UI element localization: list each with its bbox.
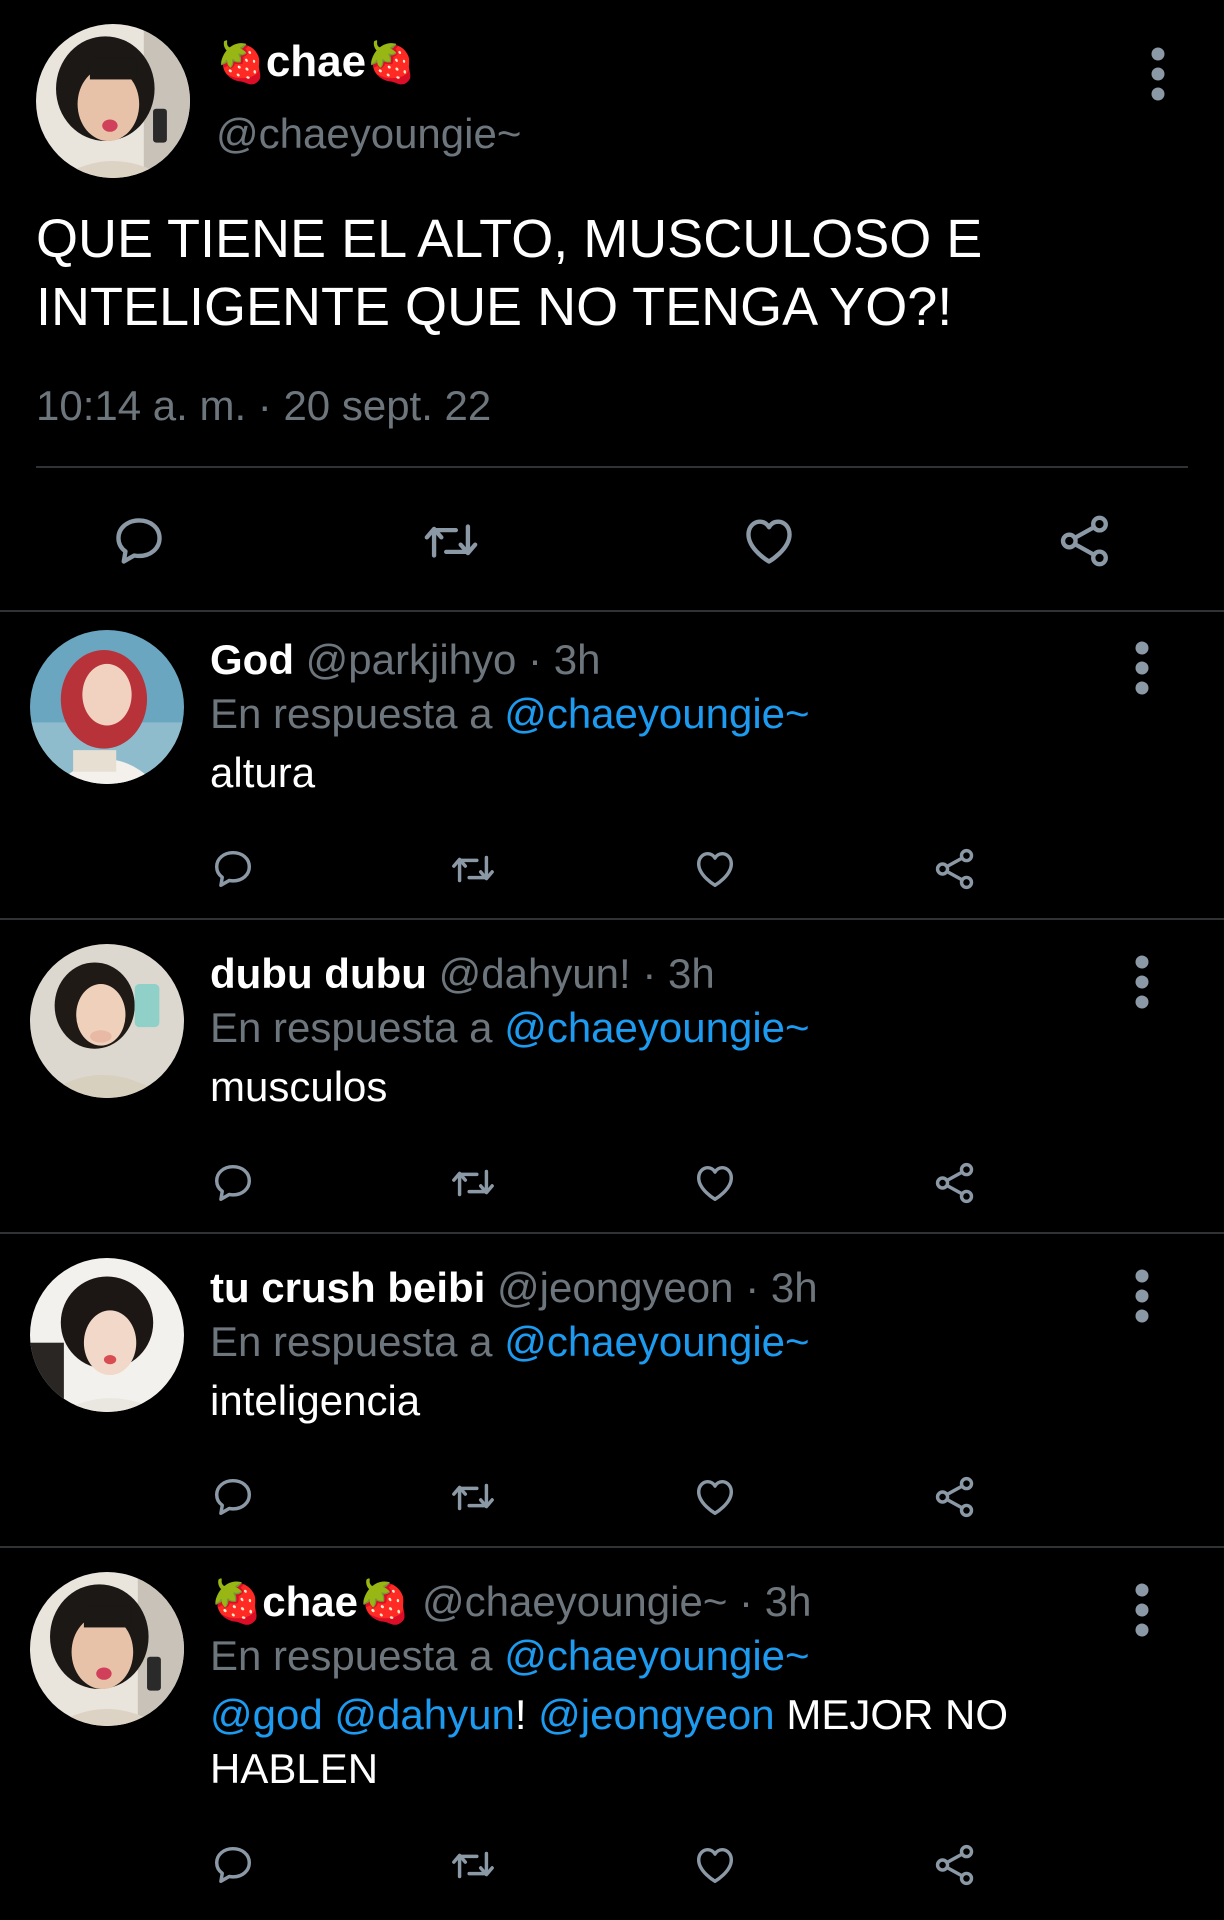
reply-text: musculos xyxy=(210,1063,388,1110)
exclaim-text: ! xyxy=(514,1691,527,1738)
reply-icon[interactable] xyxy=(210,1160,256,1206)
share-icon[interactable] xyxy=(932,1160,978,1206)
heart-icon[interactable] xyxy=(692,1160,738,1206)
user-handle[interactable]: @jeongyeon xyxy=(497,1264,733,1311)
more-vertical-icon[interactable] xyxy=(1130,952,1154,1012)
retweet-icon[interactable] xyxy=(422,512,480,570)
separator: · xyxy=(528,636,543,683)
mention-link[interactable]: @god xyxy=(210,1691,323,1738)
strawberry-emoji: 🍓 xyxy=(366,41,416,85)
display-name-text[interactable]: chae xyxy=(262,1578,358,1625)
reply-icon[interactable] xyxy=(210,1474,256,1520)
in-reply-to-label: En respuesta a xyxy=(210,1004,493,1051)
avatar[interactable] xyxy=(30,630,184,784)
reply-icon[interactable] xyxy=(210,1842,256,1888)
avatar[interactable] xyxy=(30,1572,184,1726)
divider xyxy=(0,918,1224,920)
reply-icon[interactable] xyxy=(110,512,168,570)
user-handle[interactable]: @chaeyoungie~ xyxy=(216,106,521,162)
tweet-timestamp: 10:14 a. m. · 20 sept. 22 xyxy=(36,382,492,429)
in-reply-to-label: En respuesta a xyxy=(210,1318,493,1365)
reply-text: inteligencia xyxy=(210,1377,421,1424)
user-handle[interactable]: @parkjihyo xyxy=(306,636,517,683)
reply-time: 3h xyxy=(553,636,601,683)
in-reply-to: En respuesta a @chaeyoungie~ xyxy=(210,686,810,742)
reply-text: @god @dahyun! @jeongyeon MEJOR NO HABLEN xyxy=(210,1688,1090,1796)
in-reply-to: En respuesta a @chaeyoungie~ xyxy=(210,1628,810,1684)
share-icon[interactable] xyxy=(932,846,978,892)
divider xyxy=(0,1546,1224,1548)
avatar[interactable] xyxy=(36,24,190,178)
divider xyxy=(0,1232,1224,1234)
reply-tweet[interactable]: 🍓chae🍓 @chaeyoungie~ · 3h En respuesta a… xyxy=(0,1554,1224,1920)
retweet-icon[interactable] xyxy=(450,846,496,892)
avatar[interactable] xyxy=(30,944,184,1098)
display-name[interactable]: tu crush beibi xyxy=(210,1264,485,1311)
in-reply-to: En respuesta a @chaeyoungie~ xyxy=(210,1314,810,1370)
reply-tweet[interactable]: God @parkjihyo · 3h En respuesta a @chae… xyxy=(0,612,1224,926)
strawberry-emoji: 🍓 xyxy=(358,1578,411,1625)
reply-time: 3h xyxy=(764,1578,812,1625)
avatar[interactable] xyxy=(30,1258,184,1412)
heart-icon[interactable] xyxy=(692,1842,738,1888)
separator: · xyxy=(739,1578,754,1625)
in-reply-to-label: En respuesta a xyxy=(210,1632,493,1679)
heart-icon[interactable] xyxy=(692,846,738,892)
in-reply-to: En respuesta a @chaeyoungie~ xyxy=(210,1000,810,1056)
share-icon[interactable] xyxy=(932,1474,978,1520)
strawberry-emoji: 🍓 xyxy=(210,1578,263,1625)
user-handle[interactable]: @dahyun! xyxy=(439,950,631,997)
in-reply-to-label: En respuesta a xyxy=(210,690,493,737)
more-vertical-icon[interactable] xyxy=(1130,1266,1154,1326)
tweet-text: QUE TIENE EL ALTO, MUSCULOSO E INTELIGEN… xyxy=(36,209,983,337)
reply-text: altura xyxy=(210,749,316,796)
user-handle[interactable]: @chaeyoungie~ xyxy=(422,1578,727,1625)
heart-icon[interactable] xyxy=(692,1474,738,1520)
divider xyxy=(36,466,1188,468)
mention-link[interactable]: @jeongyeon xyxy=(538,1691,774,1738)
share-icon[interactable] xyxy=(932,1842,978,1888)
reply-icon[interactable] xyxy=(210,846,256,892)
reply-time: 3h xyxy=(770,1264,818,1311)
separator: · xyxy=(642,950,657,997)
more-vertical-icon[interactable] xyxy=(1130,1580,1154,1640)
mention-link[interactable]: @chaeyoungie~ xyxy=(504,1632,809,1679)
heart-icon[interactable] xyxy=(740,512,798,570)
reply-time: 3h xyxy=(668,950,715,997)
reply-header: tu crush beibi @jeongyeon · 3h xyxy=(210,1260,818,1316)
reply-header: 🍓chae🍓 @chaeyoungie~ · 3h xyxy=(210,1574,811,1630)
mention-link[interactable]: @chaeyoungie~ xyxy=(504,1004,809,1051)
share-icon[interactable] xyxy=(1056,512,1114,570)
more-vertical-icon[interactable] xyxy=(1130,638,1154,698)
reply-header: dubu dubu @dahyun! · 3h xyxy=(210,946,715,1002)
reply-header: God @parkjihyo · 3h xyxy=(210,632,600,688)
reply-tweet[interactable]: dubu dubu @dahyun! · 3h En respuesta a @… xyxy=(0,926,1224,1240)
display-name-text[interactable]: chae xyxy=(266,37,366,86)
mention-link[interactable]: @dahyun xyxy=(334,1691,514,1738)
strawberry-emoji: 🍓 xyxy=(216,41,266,85)
main-tweet: 🍓chae🍓 @chaeyoungie~ QUE TIENE EL ALTO, … xyxy=(0,0,1224,612)
retweet-icon[interactable] xyxy=(450,1842,496,1888)
mention-link[interactable]: @chaeyoungie~ xyxy=(504,690,809,737)
retweet-icon[interactable] xyxy=(450,1160,496,1206)
reply-tweet[interactable]: tu crush beibi @jeongyeon · 3h En respue… xyxy=(0,1240,1224,1554)
display-name[interactable]: 🍓chae🍓 xyxy=(210,1578,410,1625)
separator: · xyxy=(745,1264,760,1311)
mention-link[interactable]: @chaeyoungie~ xyxy=(504,1318,809,1365)
more-vertical-icon[interactable] xyxy=(1146,44,1170,104)
display-name[interactable]: God xyxy=(210,636,294,683)
retweet-icon[interactable] xyxy=(450,1474,496,1520)
display-name[interactable]: 🍓chae🍓 xyxy=(216,32,416,93)
display-name[interactable]: dubu dubu xyxy=(210,950,427,997)
